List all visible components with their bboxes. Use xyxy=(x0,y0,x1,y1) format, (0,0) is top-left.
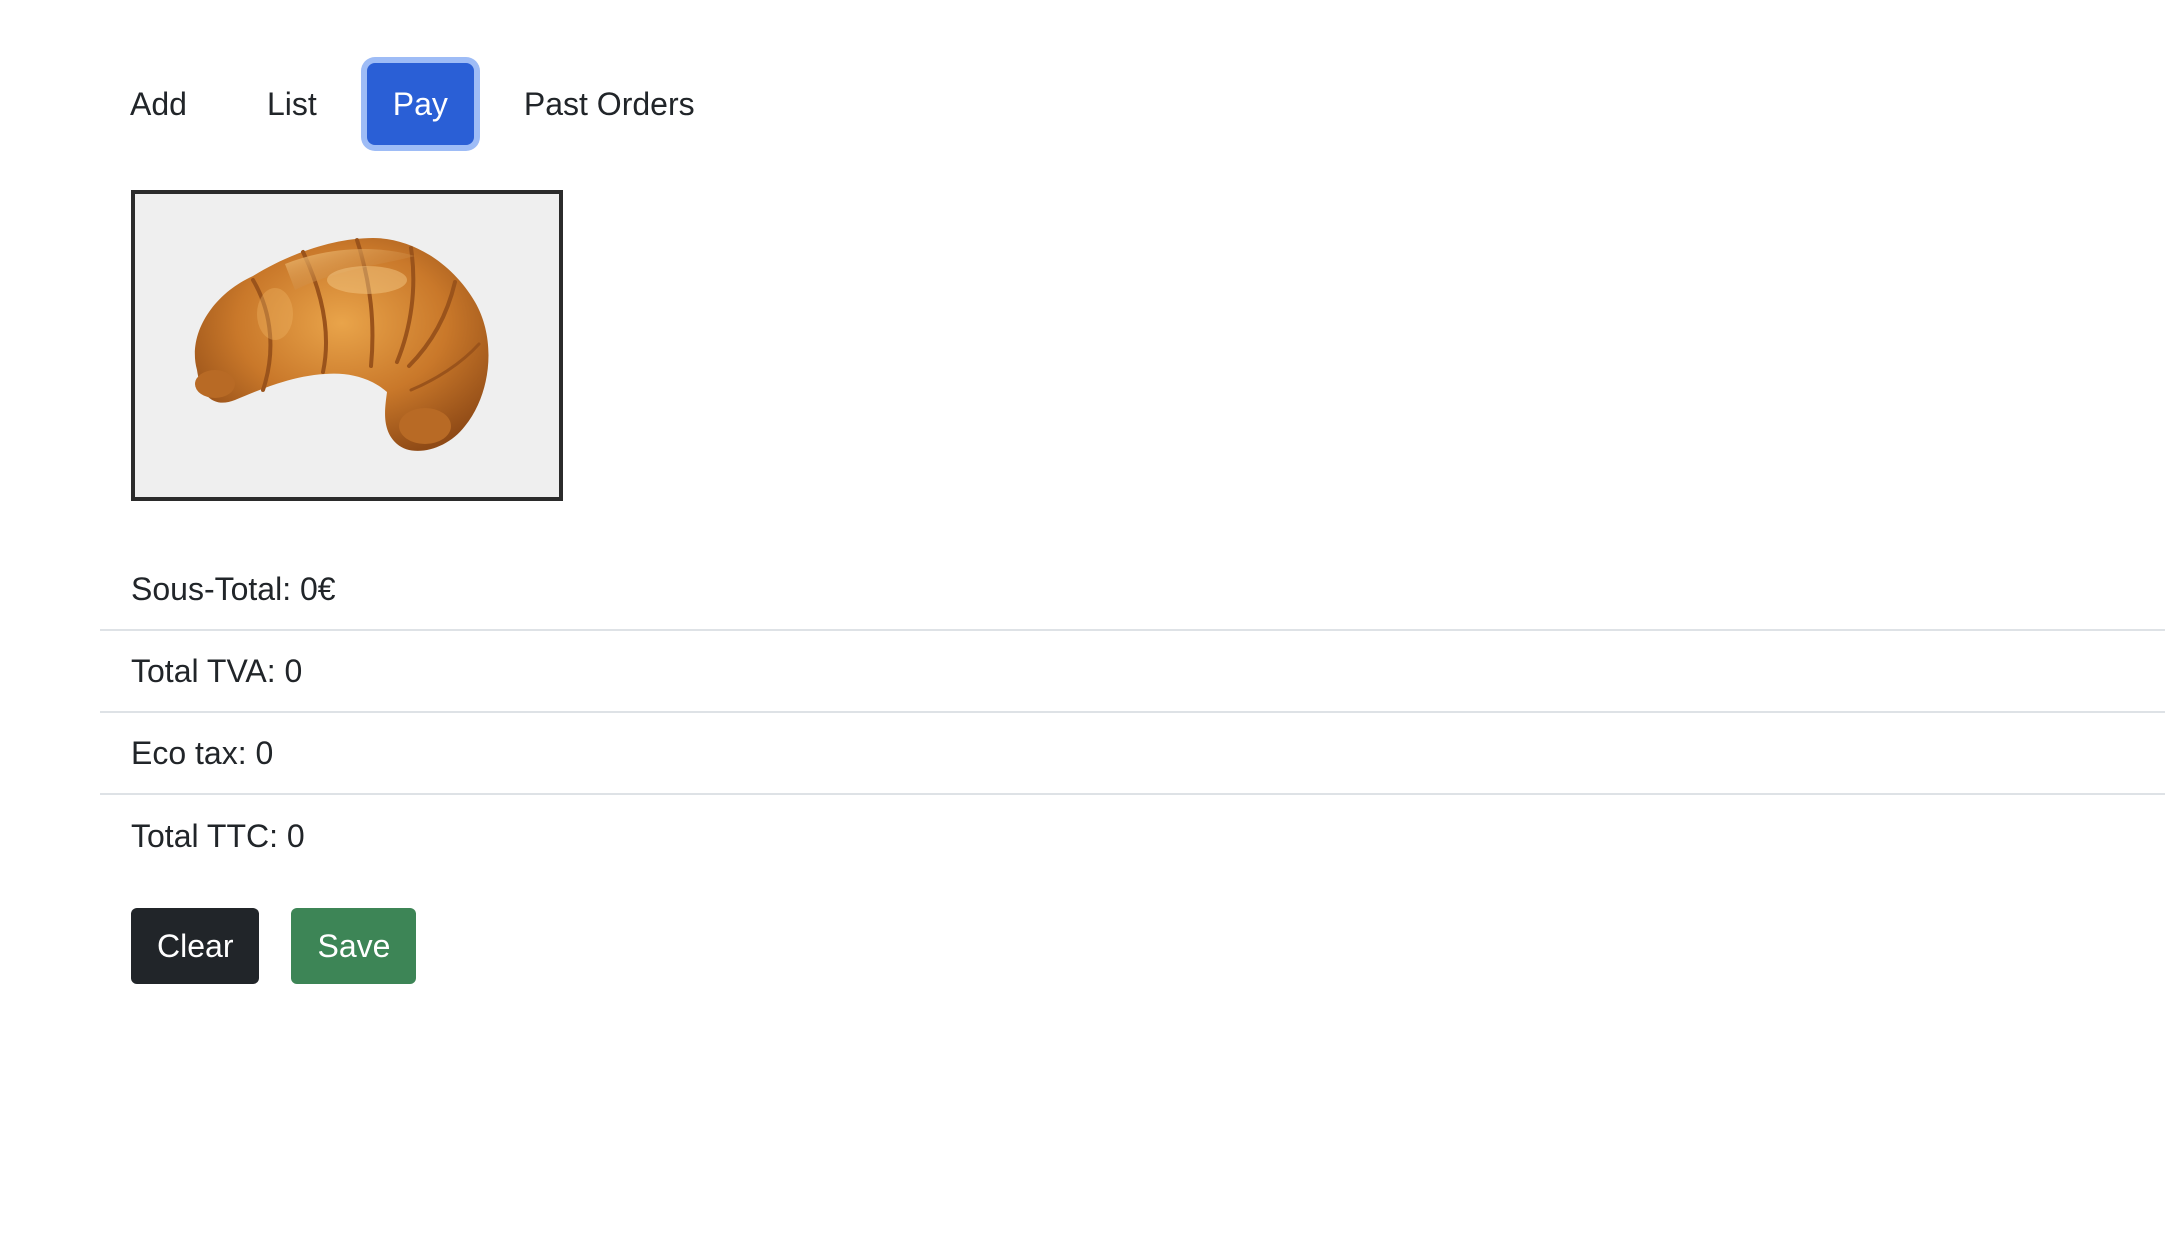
tab-pay[interactable]: Pay xyxy=(366,63,474,145)
sous-total-row: Sous-Total: 0€ xyxy=(100,549,2165,631)
total-tva-row: Total TVA: 0 xyxy=(100,631,2165,713)
product-image xyxy=(131,190,563,501)
save-button[interactable]: Save xyxy=(291,908,417,984)
main-nav: Add List Pay Past Orders xyxy=(100,58,725,150)
eco-tax-row: Eco tax: 0 xyxy=(100,713,2165,795)
tab-list[interactable]: List xyxy=(237,63,347,145)
total-ttc-row: Total TTC: 0 xyxy=(131,817,305,854)
tab-add[interactable]: Add xyxy=(100,63,217,145)
tab-past-orders[interactable]: Past Orders xyxy=(494,63,725,145)
action-buttons: Clear Save xyxy=(131,908,417,984)
croissant-image xyxy=(194,238,489,451)
order-summary: Sous-Total: 0€ Total TVA: 0 Eco tax: 0 T… xyxy=(100,549,2165,877)
clear-button[interactable]: Clear xyxy=(131,908,260,984)
